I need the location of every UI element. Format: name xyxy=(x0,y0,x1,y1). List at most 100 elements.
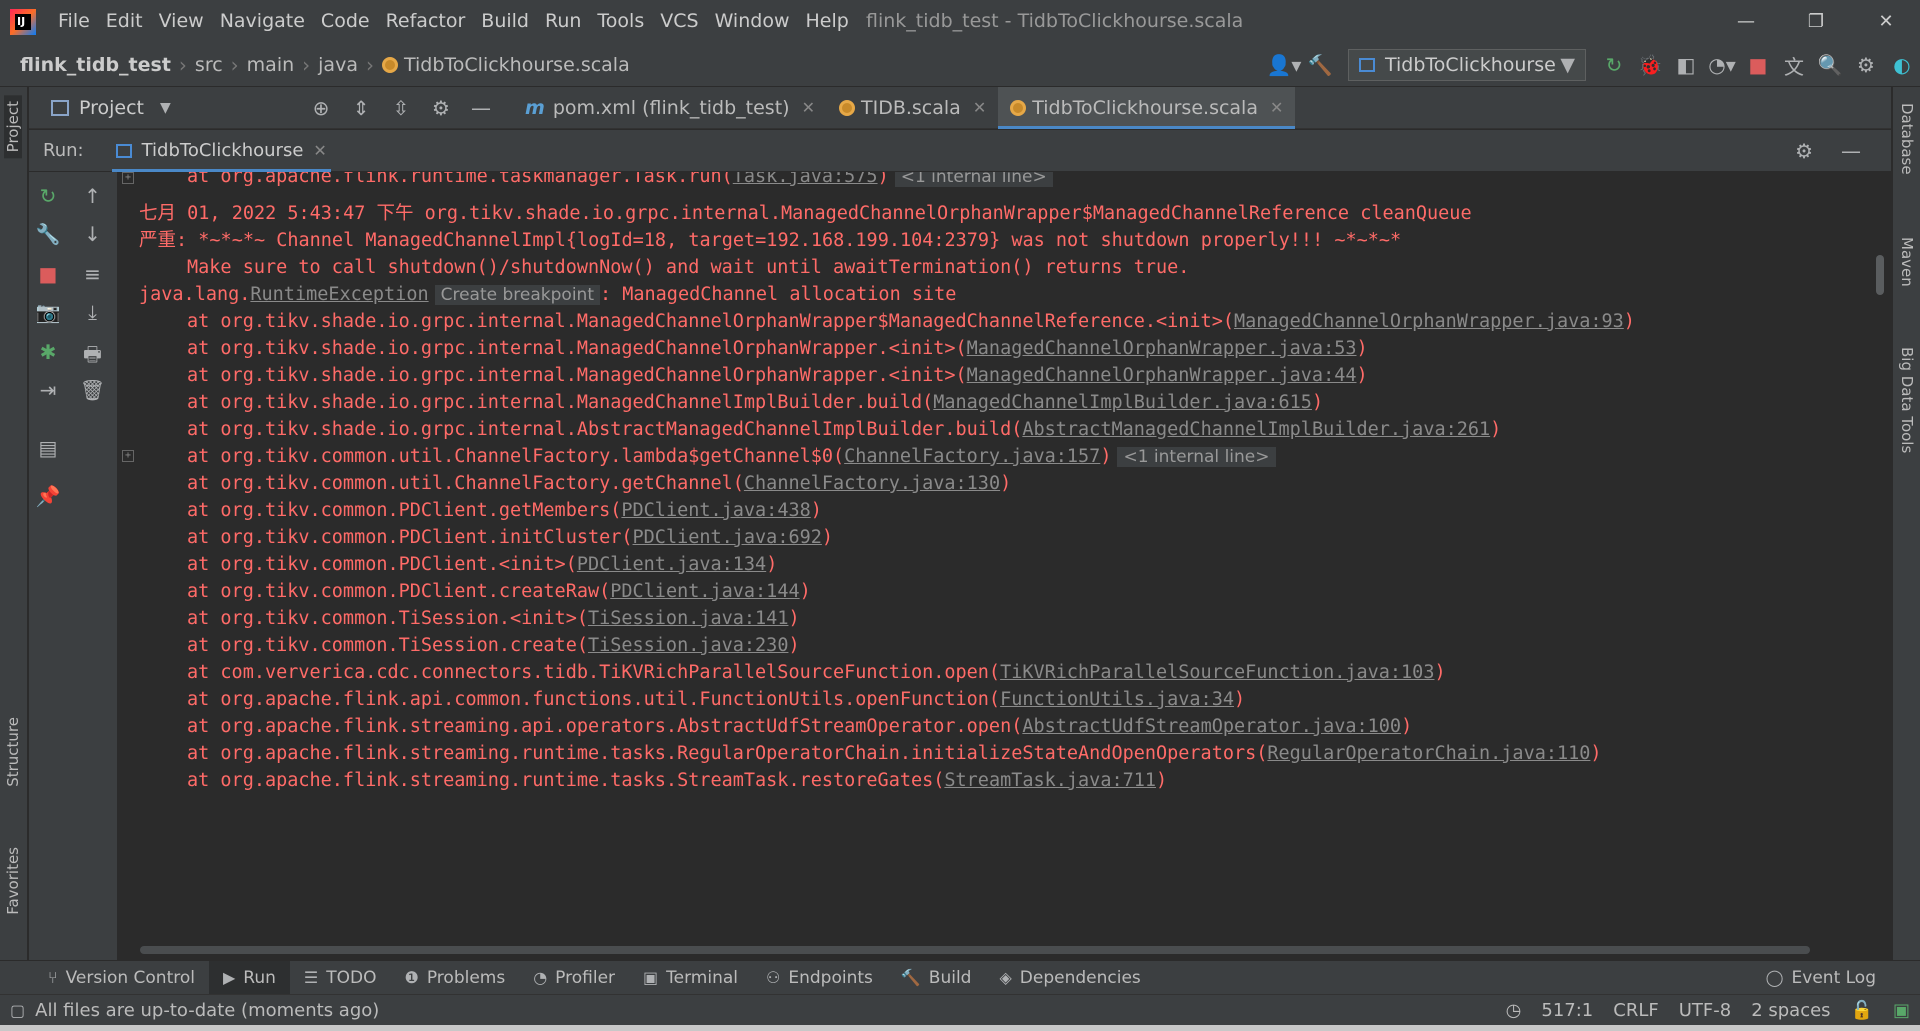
bottom-tab-terminal[interactable]: ▣ Terminal xyxy=(629,961,752,995)
search-icon[interactable]: 🔍 xyxy=(1812,43,1848,87)
breadcrumb-file[interactable]: TidbToClickhourse.scala xyxy=(378,54,634,76)
soft-wrap-icon[interactable]: ≡ xyxy=(67,262,118,286)
stop-icon[interactable]: ■ xyxy=(1740,43,1776,87)
bottom-tab-build[interactable]: 🔨 Build xyxy=(887,961,986,995)
source-link[interactable]: ManagedChannelOrphanWrapper.java:44 xyxy=(967,365,1357,386)
breadcrumb-project[interactable]: flink_tidb_test xyxy=(16,54,175,76)
big-data-tools-tab[interactable]: Big Data Tools xyxy=(1898,347,1916,453)
source-link[interactable]: PDClient.java:144 xyxy=(610,581,799,602)
close-icon[interactable]: ✕ xyxy=(313,141,326,160)
wrench-icon[interactable]: 🔧 xyxy=(29,222,67,246)
jetbrains-toolbox-icon[interactable]: ◐ xyxy=(1884,43,1920,87)
source-link[interactable]: AbstractManagedChannelImplBuilder.java:2… xyxy=(1022,419,1490,440)
menu-tools[interactable]: Tools xyxy=(589,0,652,43)
breadcrumb-main[interactable]: main xyxy=(243,54,298,76)
scroll-to-end-icon[interactable]: ⤓ xyxy=(67,300,118,324)
menu-code[interactable]: Code xyxy=(313,0,378,43)
bottom-tab-run[interactable]: ▶ Run xyxy=(208,960,290,995)
source-link[interactable]: TiSession.java:230 xyxy=(588,635,788,656)
exit-icon[interactable]: ⇥ xyxy=(29,378,67,402)
favorites-tool-tab[interactable]: Favorites xyxy=(4,847,22,915)
source-link[interactable]: ChannelFactory.java:157 xyxy=(844,446,1100,467)
console-output[interactable]: + at org.apache.flink.runtime.taskmanage… xyxy=(119,172,1882,944)
arrow-down-icon[interactable]: ↓ xyxy=(67,222,118,246)
rerun-icon[interactable]: ↻ xyxy=(1596,43,1632,87)
tab-tidbtoclickhourse-scala[interactable]: TidbToClickhourse.scala ✕ xyxy=(998,86,1296,129)
menu-window[interactable]: Window xyxy=(707,0,798,43)
trash-icon[interactable]: 🗑 xyxy=(67,378,118,402)
coverage-icon[interactable]: ◧ xyxy=(1668,43,1704,87)
profile-icon[interactable]: ◔▾ xyxy=(1704,43,1740,87)
status-message[interactable]: All files are up-to-date (moments ago) xyxy=(35,1000,379,1021)
gear-icon[interactable]: ⚙ xyxy=(421,96,461,120)
bottom-tab-endpoints[interactable]: ⚇ Endpoints xyxy=(752,961,887,995)
event-log-tab[interactable]: ◯ Event Log xyxy=(1752,961,1890,995)
expand-all-icon[interactable]: ⇕ xyxy=(341,96,381,120)
source-link[interactable]: Task.java:575 xyxy=(733,172,878,187)
menu-view[interactable]: View xyxy=(151,0,212,43)
locate-icon[interactable]: ⊕ xyxy=(301,96,341,120)
bottom-tab-todo[interactable]: ☰ TODO xyxy=(290,961,391,995)
source-link[interactable]: PDClient.java:134 xyxy=(577,554,766,575)
line-separator[interactable]: CRLF xyxy=(1603,1000,1668,1021)
print-icon[interactable]: 🖶 xyxy=(67,340,118,374)
file-encoding[interactable]: UTF-8 xyxy=(1669,1000,1741,1021)
exception-class-link[interactable]: RuntimeException xyxy=(250,284,428,305)
source-link[interactable]: StreamTask.java:711 xyxy=(944,770,1156,791)
bottom-tab-dependencies[interactable]: ◈ Dependencies xyxy=(985,961,1154,995)
project-view-selector[interactable]: Project ▼ xyxy=(29,97,301,119)
menu-navigate[interactable]: Navigate xyxy=(212,0,313,43)
close-icon[interactable]: ✕ xyxy=(802,98,815,117)
caret-position[interactable]: 517:1 xyxy=(1531,1000,1603,1021)
source-link[interactable]: PDClient.java:692 xyxy=(633,527,822,548)
source-link[interactable]: ManagedChannelImplBuilder.java:615 xyxy=(933,392,1312,413)
folded-lines-hint[interactable]: <1 internal line> xyxy=(894,172,1053,187)
inspection-widget-icon[interactable]: ▣ xyxy=(1883,1000,1920,1021)
menu-run[interactable]: Run xyxy=(537,0,589,43)
close-icon[interactable]: ✕ xyxy=(1270,98,1283,117)
source-link[interactable]: PDClient.java:438 xyxy=(621,500,810,521)
folded-lines-hint[interactable]: <1 internal line> xyxy=(1117,447,1276,467)
translate-icon[interactable]: 文 xyxy=(1776,43,1812,87)
arrow-up-icon[interactable]: ↑ xyxy=(67,184,118,208)
restore-button[interactable]: ❐ xyxy=(1786,0,1846,43)
collapse-all-icon[interactable]: ⇳ xyxy=(381,96,421,120)
bottom-tab-problems[interactable]: ❶ Problems xyxy=(391,961,520,995)
lock-icon[interactable]: 🔓 xyxy=(1841,1000,1883,1021)
menu-build[interactable]: Build xyxy=(473,0,537,43)
pin-icon[interactable]: 📌 xyxy=(29,484,67,508)
camera-icon[interactable]: 📷 xyxy=(29,300,67,324)
gear-icon[interactable]: ⚙ xyxy=(1795,139,1813,163)
project-tool-tab[interactable]: Project xyxy=(4,95,22,159)
bottom-tab-version-control[interactable]: ⑂ Version Control xyxy=(34,961,209,995)
source-link[interactable]: ManagedChannelOrphanWrapper.java:53 xyxy=(967,338,1357,359)
stop-icon[interactable]: ■ xyxy=(29,262,67,286)
source-link[interactable]: TiKVRichParallelSourceFunction.java:103 xyxy=(1000,662,1434,683)
source-link[interactable]: RegularOperatorChain.java:110 xyxy=(1267,743,1590,764)
bottom-tab-profiler[interactable]: ◔ Profiler xyxy=(519,961,629,995)
menu-refactor[interactable]: Refactor xyxy=(378,0,474,43)
menu-vcs[interactable]: VCS xyxy=(652,0,706,43)
run-tab-tidbtoclickhourse[interactable]: TidbToClickhourse ✕ xyxy=(111,130,332,172)
toggle-tool-windows-icon[interactable]: ▢ xyxy=(10,1001,25,1020)
tab-pom-xml[interactable]: m pom.xml (flink_tidb_test) ✕ xyxy=(513,87,827,129)
source-link[interactable]: TiSession.java:141 xyxy=(588,608,788,629)
hide-icon[interactable]: — xyxy=(461,96,501,120)
database-tool-tab[interactable]: Database xyxy=(1898,103,1916,175)
hide-icon[interactable]: — xyxy=(1841,139,1861,163)
rerun-icon[interactable]: ↻ xyxy=(29,184,67,208)
source-link[interactable]: ManagedChannelOrphanWrapper.java:93 xyxy=(1234,311,1624,332)
minimize-button[interactable]: — xyxy=(1716,0,1776,43)
build-hammer-icon[interactable]: 🔨 xyxy=(1302,43,1338,87)
structure-tool-tab[interactable]: Structure xyxy=(4,717,22,787)
horizontal-scrollbar[interactable] xyxy=(140,946,1810,954)
debug-icon[interactable]: ✱ xyxy=(29,340,67,364)
breadcrumb-src[interactable]: src xyxy=(191,54,227,76)
menu-help[interactable]: Help xyxy=(797,0,856,43)
menu-edit[interactable]: Edit xyxy=(98,0,151,43)
close-window-button[interactable]: ✕ xyxy=(1856,0,1916,43)
close-icon[interactable]: ✕ xyxy=(973,98,986,117)
run-configuration-select[interactable]: TidbToClickhourse ▼ xyxy=(1348,49,1586,81)
breadcrumb-java[interactable]: java xyxy=(314,54,362,76)
menu-file[interactable]: File xyxy=(50,0,98,43)
